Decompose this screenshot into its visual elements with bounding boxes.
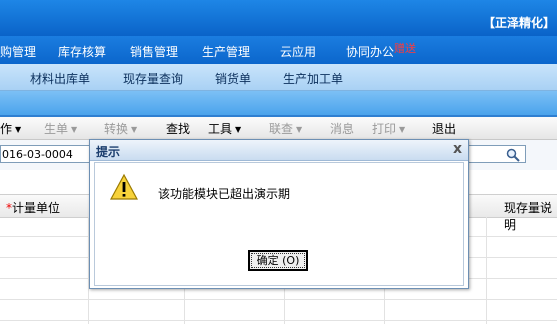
grid-row-line (0, 299, 557, 300)
title-bar: 【正泽精化】 (0, 0, 557, 36)
subtab-production-order[interactable]: 生产加工单 (283, 70, 343, 87)
generate-order-button[interactable]: 生单 ▼ (44, 120, 77, 137)
toolbar: 作 ▼ 生单 ▼ 转换 ▼ 查找 工具 ▼ 联查 ▼ 消息 打印 ▼ 退出 (0, 117, 557, 140)
chevron-down-icon: ▼ (296, 125, 303, 134)
exit-button[interactable]: 退出 (432, 120, 456, 137)
subtab-sales-slip[interactable]: 销货单 (215, 70, 251, 87)
tab-band (0, 91, 557, 115)
menu-inventory-accounting[interactable]: 库存核算 (58, 43, 106, 60)
prompt-dialog: 提示 x 该功能模块已超出演示期 确定 (O) (89, 139, 469, 289)
print-button[interactable]: 打印 ▼ (372, 120, 405, 137)
toolbar-first-label: 作 (0, 122, 13, 136)
linked-query-label: 联查 (269, 122, 294, 136)
menu-sales[interactable]: 销售管理 (130, 43, 178, 60)
menu-cloud[interactable]: 云应用 (280, 43, 316, 60)
generate-order-label: 生单 (44, 122, 69, 136)
find-button[interactable]: 查找 (166, 120, 190, 137)
col-unit-header[interactable]: *计量单位 (6, 199, 60, 216)
warning-icon (109, 173, 139, 200)
dialog-title-bar[interactable]: 提示 x (90, 140, 468, 161)
subtab-stock-query[interactable]: 现存量查询 (123, 70, 183, 87)
linked-query-button[interactable]: 联查 ▼ (269, 120, 302, 137)
col-unit-label: 计量单位 (12, 201, 61, 215)
menu-purchase[interactable]: 购管理 (0, 43, 36, 60)
tools-label: 工具 (208, 122, 233, 136)
sub-menu: 材料出库单 现存量查询 销货单 生产加工单 (0, 64, 557, 91)
print-label: 打印 (372, 122, 397, 136)
dialog-message: 该功能模块已超出演示期 (158, 187, 291, 201)
tools-button[interactable]: 工具 ▼ (208, 120, 241, 137)
menu-collaboration[interactable]: 协同办公赠送 (346, 42, 417, 60)
gift-tag: 赠送 (394, 42, 417, 55)
convert-label: 转换 (104, 122, 129, 136)
chevron-down-icon: ▼ (15, 125, 22, 134)
dialog-title: 提示 (96, 145, 121, 159)
chevron-down-icon: ▼ (235, 125, 242, 134)
chevron-down-icon: ▼ (71, 125, 78, 134)
convert-button[interactable]: 转换 ▼ (104, 120, 137, 137)
toolbar-first-button[interactable]: 作 ▼ (0, 120, 21, 137)
app-title: 【正泽精化】 (482, 16, 555, 30)
subtab-material-issue[interactable]: 材料出库单 (30, 70, 90, 87)
dialog-body: 该功能模块已超出演示期 确定 (O) (94, 162, 464, 286)
grid-row-line (0, 320, 557, 321)
focus-ring (251, 253, 305, 268)
grid-col-line (486, 217, 487, 324)
search-icon[interactable] (506, 148, 520, 162)
menu-production[interactable]: 生产管理 (202, 43, 250, 60)
chevron-down-icon: ▼ (131, 125, 138, 134)
message-button[interactable]: 消息 (330, 120, 354, 137)
menu-collaboration-label: 协同办公 (346, 45, 395, 59)
ok-button[interactable]: 确定 (O) (248, 250, 308, 271)
chevron-down-icon: ▼ (399, 125, 406, 134)
main-menu: 购管理 库存核算 销售管理 生产管理 云应用 协同办公赠送 (0, 36, 557, 64)
close-icon[interactable]: x (453, 141, 462, 157)
